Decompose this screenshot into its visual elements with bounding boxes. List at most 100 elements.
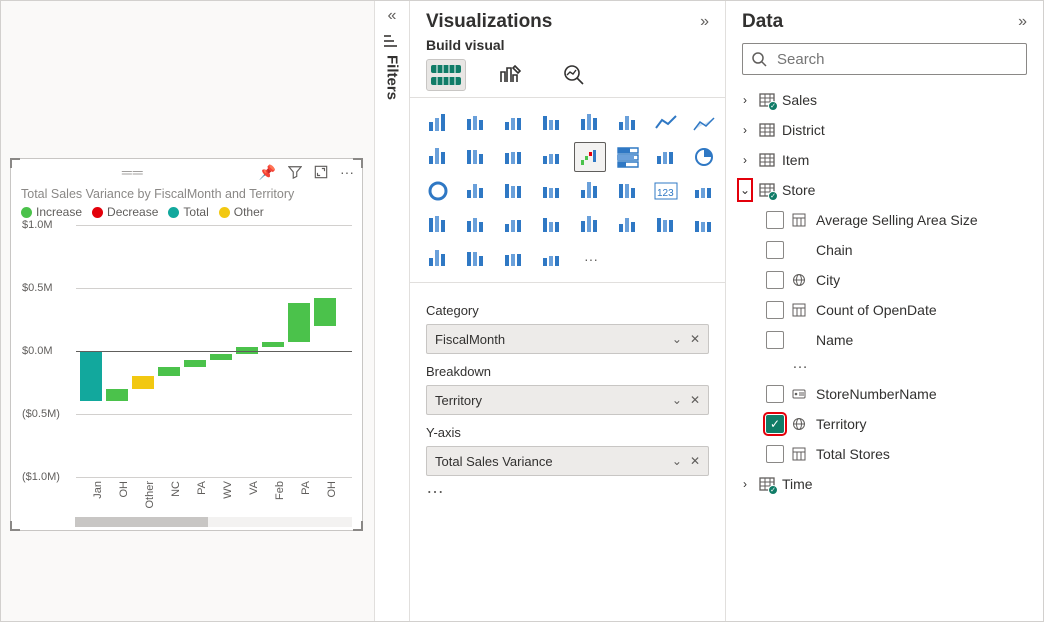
data-search[interactable] [742, 43, 1027, 75]
viz-type-item[interactable] [460, 108, 492, 138]
field-row[interactable]: Chain [766, 235, 1031, 265]
field-checkbox[interactable]: ✓ [766, 415, 784, 433]
field-row[interactable]: StoreNumberName [766, 379, 1031, 409]
well-breakdown[interactable]: Territory ⌄ ✕ [426, 385, 709, 415]
viz-type-item[interactable] [650, 142, 682, 172]
resize-handle[interactable] [10, 158, 20, 168]
viz-type-item[interactable] [422, 142, 454, 172]
viz-type-item[interactable] [688, 210, 720, 240]
report-canvas[interactable]: ══ 📌 ··· Total Sales Variance by FiscalM… [1, 1, 374, 621]
viz-type-item[interactable] [574, 108, 606, 138]
expand-filters-chevron-icon[interactable]: « [388, 5, 397, 35]
field-row[interactable]: Average Selling Area Size [766, 205, 1031, 235]
field-row[interactable]: City [766, 265, 1031, 295]
table-row-item[interactable]: › Item [738, 145, 1031, 175]
field-row[interactable]: Count of OpenDate [766, 295, 1031, 325]
viz-type-item[interactable] [536, 176, 568, 206]
chart-bar[interactable] [80, 351, 102, 401]
viz-type-item[interactable] [536, 210, 568, 240]
field-row[interactable]: ✓ Territory [766, 409, 1031, 439]
well-yaxis[interactable]: Total Sales Variance ⌄ ✕ [426, 446, 709, 476]
scrollbar-thumb[interactable] [75, 517, 208, 527]
resize-handle[interactable] [10, 521, 20, 531]
well-remove-icon[interactable]: ✕ [690, 393, 700, 407]
viz-type-item[interactable] [422, 176, 454, 206]
chart-bar[interactable] [210, 354, 232, 360]
viz-type-waterfall[interactable] [574, 142, 606, 172]
viz-type-item[interactable] [498, 108, 530, 138]
viz-type-item[interactable] [536, 244, 568, 274]
viz-type-item[interactable] [536, 108, 568, 138]
chevron-down-icon[interactable]: ⌄ [738, 179, 752, 201]
filter-icon[interactable] [288, 165, 302, 179]
table-row-store[interactable]: ⌄ ✓ Store [738, 175, 1031, 205]
field-checkbox[interactable] [766, 271, 784, 289]
viz-type-item[interactable] [460, 142, 492, 172]
viz-type-item[interactable] [574, 210, 606, 240]
resize-handle[interactable] [353, 521, 363, 531]
table-row-sales[interactable]: › ✓ Sales [738, 85, 1031, 115]
pin-icon[interactable]: 📌 [259, 164, 276, 181]
field-checkbox[interactable] [766, 301, 784, 319]
viz-type-item[interactable] [612, 210, 644, 240]
viz-type-item[interactable] [498, 176, 530, 206]
field-checkbox[interactable] [766, 211, 784, 229]
chart-visual-tile[interactable]: ══ 📌 ··· Total Sales Variance by FiscalM… [10, 158, 363, 531]
viz-type-item[interactable] [498, 142, 530, 172]
field-row[interactable]: Total Stores [766, 439, 1031, 469]
well-remove-icon[interactable]: ✕ [690, 332, 700, 346]
viz-type-item[interactable] [422, 108, 454, 138]
tree-more-icon[interactable]: … [766, 355, 1031, 379]
viz-type-item[interactable] [612, 108, 644, 138]
more-options-icon[interactable]: ··· [340, 164, 354, 180]
viz-type-item[interactable] [612, 142, 644, 172]
chart-bar[interactable] [314, 298, 336, 326]
chevron-right-icon[interactable]: › [738, 153, 752, 167]
resize-handle[interactable] [353, 158, 363, 168]
chart-bar[interactable] [262, 342, 284, 347]
viz-type-item[interactable] [498, 210, 530, 240]
chart-bar[interactable] [132, 376, 154, 389]
chart-bar[interactable] [106, 389, 128, 402]
well-category[interactable]: FiscalMonth ⌄ ✕ [426, 324, 709, 354]
field-checkbox[interactable] [766, 241, 784, 259]
viz-type-item[interactable] [460, 244, 492, 274]
viz-type-item[interactable] [650, 210, 682, 240]
field-row[interactable]: Name [766, 325, 1031, 355]
more-wells-icon[interactable]: … [410, 476, 725, 498]
viz-type-item[interactable] [688, 142, 720, 172]
well-remove-icon[interactable]: ✕ [690, 454, 700, 468]
viz-type-item[interactable] [574, 176, 606, 206]
viz-type-item[interactable] [460, 210, 492, 240]
drag-grip-icon[interactable]: ══ [122, 164, 144, 180]
field-checkbox[interactable] [766, 445, 784, 463]
viz-type-item[interactable] [688, 176, 720, 206]
field-checkbox[interactable] [766, 331, 784, 349]
focus-mode-icon[interactable] [314, 165, 328, 179]
well-dropdown-icon[interactable]: ⌄ [672, 332, 682, 346]
field-checkbox[interactable] [766, 385, 784, 403]
analytics-tab[interactable] [554, 59, 594, 91]
well-dropdown-icon[interactable]: ⌄ [672, 393, 682, 407]
chevron-right-icon[interactable]: › [738, 477, 752, 491]
chevron-right-icon[interactable]: › [738, 93, 752, 107]
chart-horizontal-scrollbar[interactable] [75, 517, 352, 527]
viz-type-item[interactable]: 123 [650, 176, 682, 206]
viz-type-item[interactable] [422, 210, 454, 240]
viz-type-item[interactable] [422, 244, 454, 274]
viz-type-item[interactable] [688, 108, 720, 138]
chevron-right-icon[interactable]: › [738, 123, 752, 137]
chart-bar[interactable] [288, 303, 310, 342]
chart-bar[interactable] [184, 360, 206, 368]
table-row-district[interactable]: › District [738, 115, 1031, 145]
format-visual-tab[interactable] [490, 59, 530, 91]
viz-type-item[interactable] [536, 142, 568, 172]
well-dropdown-icon[interactable]: ⌄ [672, 454, 682, 468]
viz-type-item[interactable] [612, 176, 644, 206]
build-visual-tab[interactable] [426, 59, 466, 91]
viz-type-item[interactable] [650, 108, 682, 138]
filters-pane-collapsed[interactable]: « Filters [374, 1, 410, 621]
collapse-data-chevron-icon[interactable]: » [1018, 13, 1027, 31]
table-row-time[interactable]: › ✓ Time [738, 469, 1031, 499]
viz-type-item[interactable]: ··· [574, 244, 606, 274]
